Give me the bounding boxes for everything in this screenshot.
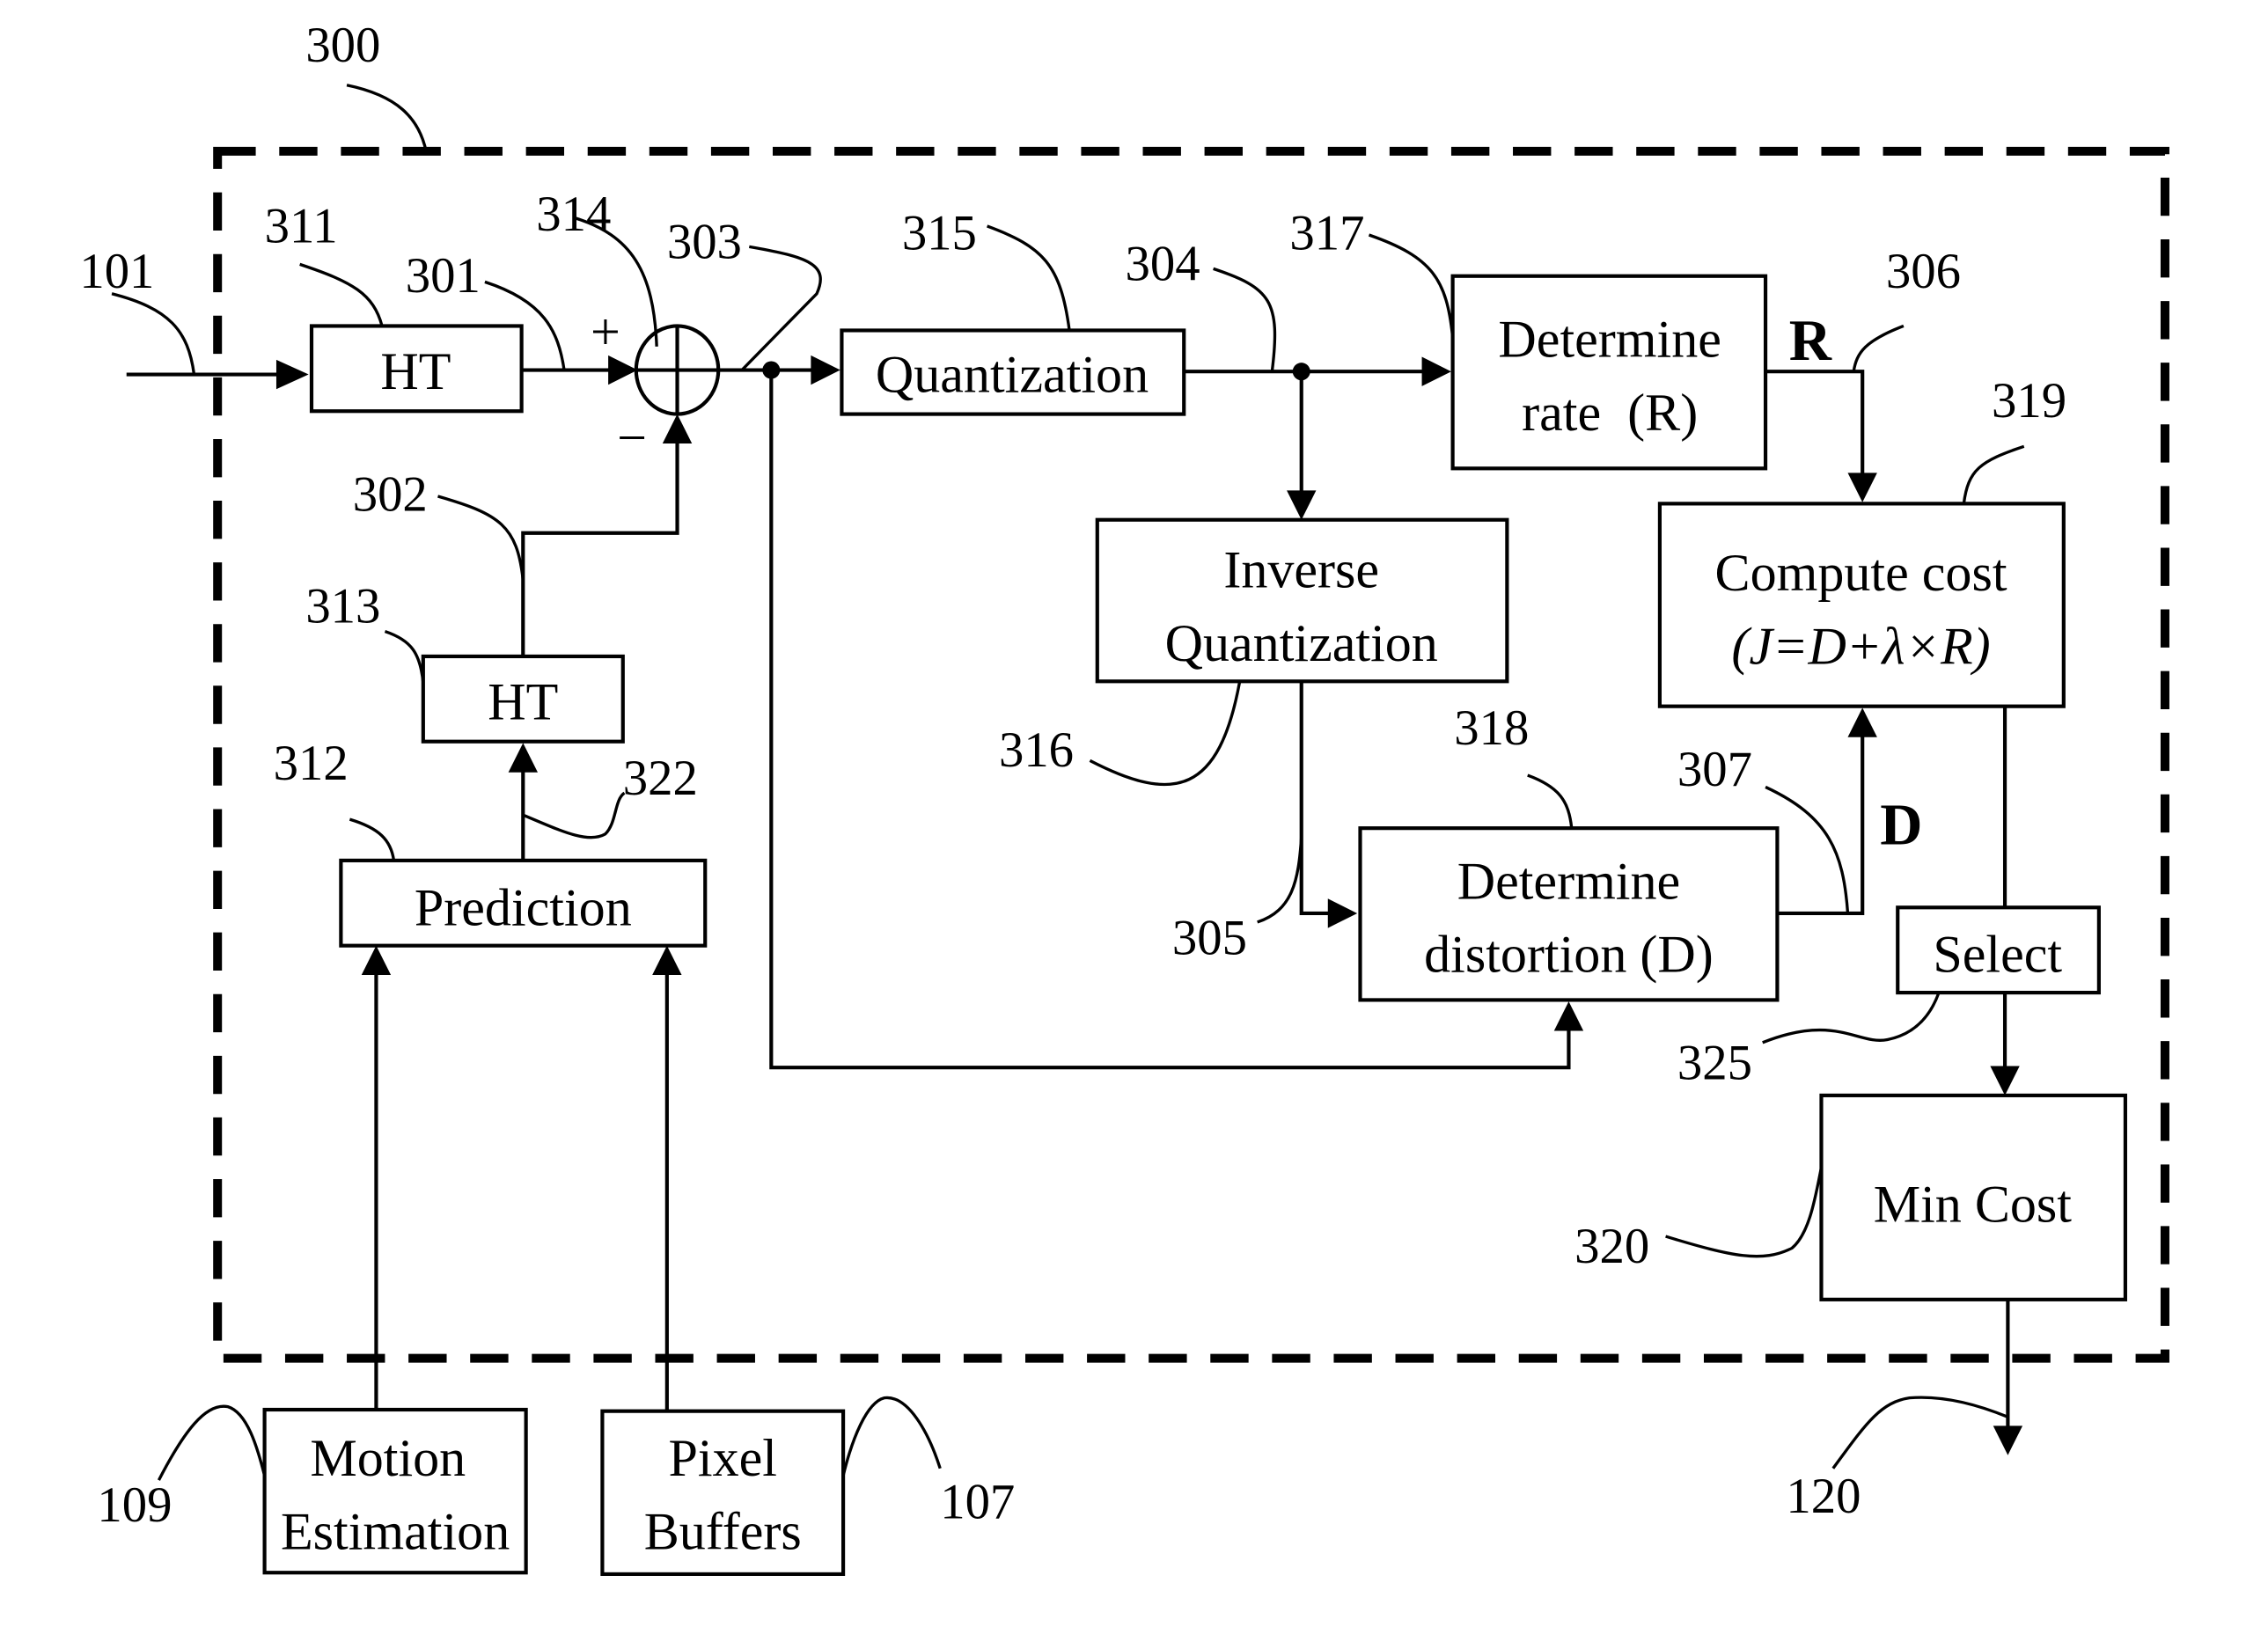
ref-301: 301 [406,248,481,304]
ref-303: 303 [667,215,742,270]
ref-325: 325 [1677,1036,1752,1091]
leader-300 [346,84,428,152]
leader-318 [1527,773,1574,829]
arrowhead-icon [652,945,682,976]
leader-302 [437,495,525,581]
arrowhead-icon [1847,707,1877,737]
leader-304 [1213,267,1277,372]
ref-312: 312 [274,736,349,791]
rd-cost-block-diagram: 300 101 HT 311 301 + − 314 303 Quantizat… [79,18,2169,1576]
min-cost-label: Min Cost [1874,1174,2073,1233]
inverse-quant-line1: Inverse [1223,539,1379,598]
ref-307: 307 [1677,742,1752,797]
leader-120 [1831,1396,2009,1469]
ref-304: 304 [1125,237,1200,292]
determine-distortion-line1: Determine [1457,851,1680,910]
leader-313 [384,629,425,684]
leader-316 [1089,680,1242,787]
signal-305 [1299,681,1349,916]
leader-317 [1368,233,1455,338]
leader-315 [987,224,1071,331]
leader-303 [740,245,822,371]
adder-plus: + [591,302,620,361]
leader-109 [157,1404,267,1481]
inverse-quant-line2: Quantization [1165,613,1438,672]
ref-317: 317 [1289,206,1364,261]
leader-320 [1665,1167,1824,1258]
ref-316: 316 [999,722,1074,778]
compute-cost-formula: (J=D+λ×R) [1731,616,1990,675]
leader-305 [1257,837,1303,924]
ref-302: 302 [353,467,428,523]
ref-101: 101 [79,244,154,299]
arrowhead-icon [1421,356,1451,386]
signal-302 [521,425,679,656]
rate-letter: R [1789,309,1832,373]
leader-325 [1762,992,1941,1044]
leader-311 [299,262,384,326]
compute-cost-line1: Compute cost [1715,543,2007,602]
arrowhead-icon [1553,1001,1584,1031]
arrowhead-icon [811,355,840,385]
prediction-label: Prediction [415,877,632,936]
motion-estimation-line2: Estimation [281,1502,510,1561]
ht-prediction-label: HT [488,672,558,731]
leader-319 [1962,444,2025,504]
arrowhead-icon [1993,1425,2023,1455]
quantization-label: Quantization [876,345,1149,404]
determine-rate-line2: rate (R) [1522,383,1698,442]
arrowhead-icon [1327,898,1358,928]
motion-estimation-line1: Motion [310,1428,466,1487]
arrowhead-icon [662,414,693,443]
ref-300: 300 [305,18,380,73]
ref-120: 120 [1786,1469,1861,1524]
ref-315: 315 [902,206,977,261]
leader-322 [522,791,626,839]
ref-313: 313 [305,579,380,634]
ref-305: 305 [1172,911,1247,966]
ref-314: 314 [536,187,611,242]
ref-109: 109 [97,1477,172,1533]
leader-107 [841,1396,942,1477]
leader-306 [1852,324,1905,372]
leader-101 [111,292,196,375]
determine-distortion-line2: distortion (D) [1424,925,1714,984]
ref-319: 319 [1992,373,2066,429]
ref-322: 322 [623,751,698,806]
determine-rate-line1: Determine [1498,310,1721,369]
ref-320: 320 [1574,1219,1649,1274]
compute-cost-block [1657,502,2066,708]
arrowhead-icon [361,945,392,976]
arrowhead-icon [1287,490,1317,520]
ref-107: 107 [940,1474,1015,1529]
arrowhead-icon [1990,1066,2020,1096]
select-label: Select [1933,925,2062,984]
signal-307 [1777,716,1865,916]
ref-311: 311 [265,198,338,253]
pixel-buffers-line2: Buffers [644,1502,802,1561]
leader-312 [349,817,396,861]
signal-306 [1765,370,1865,494]
arrowhead-icon [1847,473,1877,502]
pixel-buffers-line1: Pixel [669,1428,777,1487]
distortion-letter: D [1880,794,1922,858]
adder-minus: − [617,407,647,466]
arrowhead-icon [275,359,309,390]
ht-input-label: HT [380,341,451,400]
arrowhead-icon [508,743,538,773]
ref-318: 318 [1454,700,1529,756]
ref-306: 306 [1886,244,1961,299]
